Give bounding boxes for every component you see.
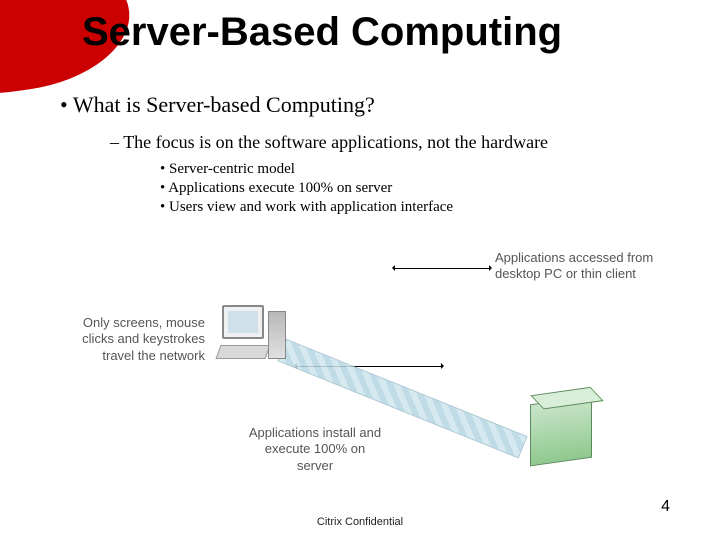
bullet-l3a: Server-centric model <box>160 161 680 178</box>
tower-icon <box>268 311 286 359</box>
bullet-content: What is Server-based Computing? The focu… <box>60 92 680 218</box>
caption-left: Only screens, mouse clicks and keystroke… <box>60 315 205 364</box>
arrow-double-top <box>393 268 491 269</box>
bullet-l3b: Applications execute 100% on server <box>160 180 680 197</box>
slide-title: Server-Based Computing <box>82 10 562 55</box>
keyboard-icon <box>215 345 270 359</box>
bullet-l2: The focus is on the software application… <box>110 132 680 153</box>
bullet-l3c: Users view and work with application int… <box>160 199 680 216</box>
page-number: 4 <box>661 498 670 516</box>
bullet-l1: What is Server-based Computing? <box>60 92 680 118</box>
caption-bottom: Applications install and execute 100% on… <box>245 425 385 474</box>
diagram-area: Applications accessed from desktop PC or… <box>60 250 680 480</box>
monitor-icon <box>222 305 264 339</box>
caption-top: Applications accessed from desktop PC or… <box>495 250 660 283</box>
footer-text: Citrix Confidential <box>0 516 720 528</box>
server-box-icon <box>530 396 592 467</box>
server-icon <box>530 400 592 462</box>
client-pc-icon <box>208 305 286 365</box>
